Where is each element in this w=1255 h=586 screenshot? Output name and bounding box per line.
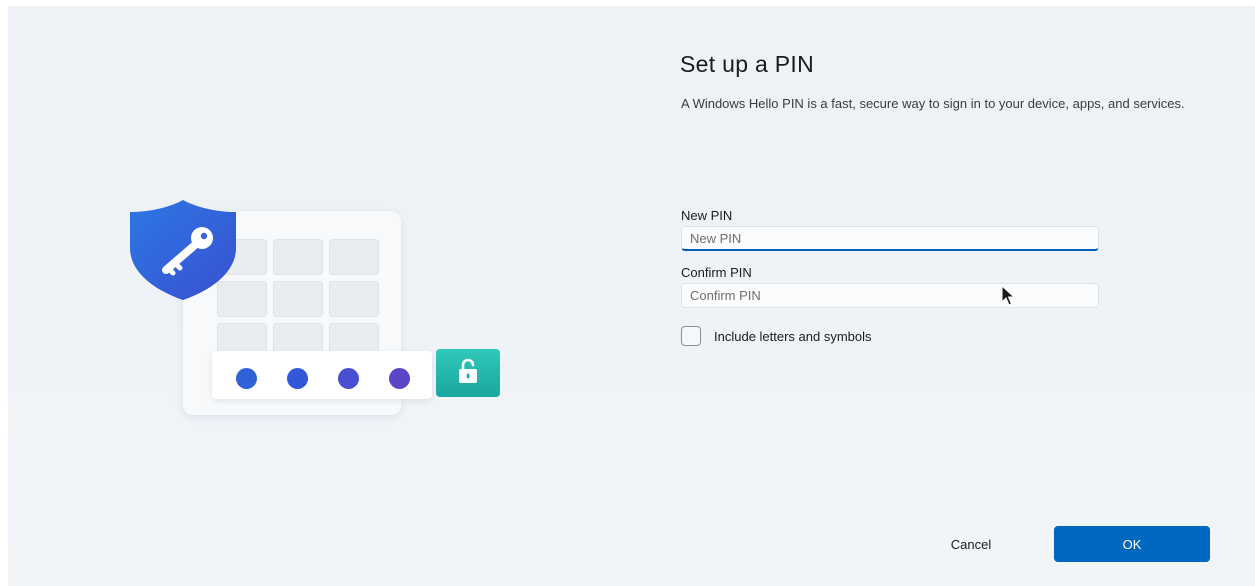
pin-dot xyxy=(236,368,257,389)
cancel-button[interactable]: Cancel xyxy=(896,526,1046,562)
new-pin-input[interactable] xyxy=(681,226,1099,251)
include-letters-checkbox[interactable] xyxy=(681,326,701,346)
keypad-key xyxy=(273,281,323,317)
include-letters-label: Include letters and symbols xyxy=(714,328,872,344)
pin-dot xyxy=(389,368,410,389)
page-title: Set up a PIN xyxy=(680,51,815,77)
confirm-pin-input[interactable] xyxy=(681,283,1099,308)
ok-button[interactable]: OK xyxy=(1054,526,1210,562)
pin-setup-window: Set up a PIN A Windows Hello PIN is a fa… xyxy=(8,6,1255,586)
include-letters-option[interactable]: Include letters and symbols xyxy=(681,326,872,346)
shield-key-icon xyxy=(118,196,248,302)
pin-dot xyxy=(287,368,308,389)
pin-dot xyxy=(338,368,359,389)
mouse-pointer-icon xyxy=(1001,285,1016,306)
confirm-pin-label: Confirm PIN xyxy=(681,265,752,280)
unlock-icon xyxy=(459,358,477,383)
pin-dots-strip xyxy=(212,351,432,399)
page-description: A Windows Hello PIN is a fast, secure wa… xyxy=(681,96,1185,111)
keypad-key xyxy=(273,239,323,275)
unlock-tile xyxy=(436,349,500,397)
new-pin-label: New PIN xyxy=(681,208,733,223)
pin-illustration xyxy=(8,6,568,586)
keypad-key xyxy=(329,239,379,275)
keypad-key xyxy=(329,281,379,317)
